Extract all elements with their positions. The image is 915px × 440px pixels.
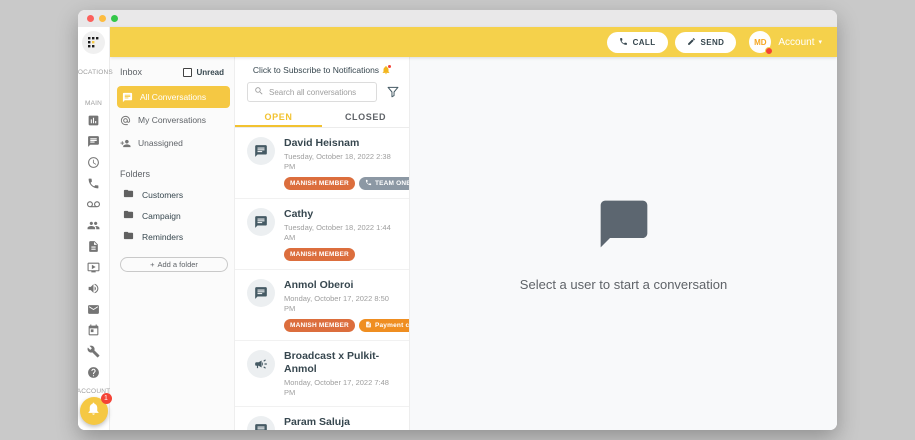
chat-avatar-icon (247, 208, 275, 236)
top-bar: CALL SEND MD Account ▾ (110, 27, 837, 57)
clock-icon[interactable] (87, 156, 100, 169)
conversation-name: Cathy (284, 208, 399, 221)
folder-item[interactable]: Reminders (110, 226, 234, 247)
notifications-bell-button[interactable]: 1 (80, 397, 108, 425)
conversation-tabs: OPENCLOSED (235, 108, 409, 128)
conversation-date: Tuesday, October 18, 2022 1:44 AM (284, 223, 399, 243)
conversation-tag[interactable]: MANISH MEMBER (284, 319, 355, 332)
inbox-title: Inbox (120, 67, 142, 77)
folders-title: Folders (120, 169, 234, 179)
chat-icon[interactable] (87, 135, 100, 148)
chat-avatar-icon (247, 416, 275, 430)
folder-item[interactable]: Customers (110, 184, 234, 205)
tab-open[interactable]: OPEN (235, 108, 322, 127)
video-icon[interactable] (87, 261, 100, 274)
plus-icon: + (150, 260, 154, 269)
conversation-tag[interactable]: TEAM ONE (359, 177, 409, 190)
close-window-button[interactable] (87, 15, 94, 22)
voicemail-icon[interactable] (87, 198, 100, 211)
phone-icon (619, 37, 628, 48)
chat-avatar-icon (247, 137, 275, 165)
inbox-item-0[interactable]: All Conversations (117, 86, 230, 108)
app-logo-icon[interactable] (82, 31, 105, 54)
zoom-window-button[interactable] (111, 15, 118, 22)
conversation-tag[interactable]: Payment col... (359, 319, 409, 332)
conversation-name: Broadcast x Pulkit-Anmol (284, 350, 399, 376)
conversation-date: Monday, October 17, 2022 8:50 PM (284, 294, 399, 314)
help-icon[interactable] (87, 366, 100, 379)
conversation-date: Monday, October 17, 2022 7:48 PM (284, 378, 399, 398)
inbox-item-2[interactable]: Unassigned (110, 132, 234, 154)
search-input[interactable] (269, 88, 370, 97)
calendar-icon[interactable] (87, 324, 100, 337)
empty-state-text: Select a user to start a conversation (520, 277, 727, 292)
send-button[interactable]: SEND (675, 32, 737, 53)
empty-conversation-area: Select a user to start a conversation (410, 57, 837, 430)
tools-icon[interactable] (87, 345, 100, 358)
account-menu[interactable]: Account ▾ (778, 37, 822, 48)
rail-locations-label: LOCATIONS (78, 69, 113, 76)
call-button[interactable]: CALL (607, 32, 668, 53)
rail-main-label: MAIN (85, 100, 102, 107)
audio-icon[interactable] (87, 282, 100, 295)
inbox-sidebar: Inbox Unread All Conversations My Conver… (110, 57, 235, 430)
conversation-row[interactable]: Broadcast x Pulkit-Anmol Monday, October… (235, 341, 409, 407)
document-icon[interactable] (87, 240, 100, 253)
phone-icon (365, 179, 372, 188)
filter-icon[interactable] (386, 85, 400, 99)
user-avatar[interactable]: MD (749, 31, 771, 53)
app-window: LOCATIONS MAIN ACCOUNT 1 CALL SEND (78, 10, 837, 430)
window-titlebar (78, 10, 837, 27)
conversation-row[interactable]: David Heisnam Tuesday, October 18, 2022 … (235, 128, 409, 199)
search-icon (254, 83, 264, 101)
unread-filter[interactable]: Unread (183, 68, 224, 77)
minimize-window-button[interactable] (99, 15, 106, 22)
folder-icon (123, 188, 134, 201)
folder-icon (123, 209, 134, 222)
unread-checkbox[interactable] (183, 68, 192, 77)
bell-icon (381, 65, 391, 75)
contacts-icon[interactable] (87, 219, 100, 232)
conversation-name: Anmol Oberoi (284, 279, 399, 292)
tab-closed[interactable]: CLOSED (322, 108, 409, 127)
subscribe-notifications-link[interactable]: Click to Subscribe to Notifications (235, 57, 409, 77)
folder-item[interactable]: Campaign (110, 205, 234, 226)
avatar-status-dot (765, 47, 773, 55)
megaphone-avatar-icon (247, 350, 275, 378)
conversation-list: David Heisnam Tuesday, October 18, 2022 … (235, 128, 409, 430)
conversation-row[interactable]: Param Saluja Monday, October 17, 2022 3:… (235, 407, 409, 430)
conversation-row[interactable]: Cathy Tuesday, October 18, 2022 1:44 AM … (235, 199, 409, 270)
conversation-tag[interactable]: MANISH MEMBER (284, 248, 355, 261)
conversation-name: Param Saluja (284, 416, 399, 429)
add-folder-button[interactable]: + Add a folder (120, 257, 228, 272)
conversation-list-panel: Click to Subscribe to Notifications OPEN… (235, 57, 410, 430)
conversation-row[interactable]: Anmol Oberoi Monday, October 17, 2022 8:… (235, 270, 409, 341)
conversation-date: Tuesday, October 18, 2022 2:38 PM (284, 152, 399, 172)
dashboard-icon[interactable] (87, 114, 100, 127)
chevron-down-icon: ▾ (818, 38, 822, 46)
folder-icon (123, 230, 134, 243)
pencil-icon (687, 37, 696, 48)
email-icon[interactable] (87, 303, 100, 316)
chat-avatar-icon (247, 279, 275, 307)
phone-icon[interactable] (87, 177, 100, 190)
inbox-item-1[interactable]: My Conversations (110, 109, 234, 131)
document-icon (365, 321, 372, 330)
left-nav-rail: LOCATIONS MAIN ACCOUNT 1 (78, 27, 110, 430)
chat-bubble-icon (596, 196, 652, 257)
bell-icon (86, 401, 101, 421)
search-box (247, 82, 377, 102)
notification-count-badge: 1 (101, 393, 112, 404)
conversation-tag[interactable]: MANISH MEMBER (284, 177, 355, 190)
conversation-name: David Heisnam (284, 137, 399, 150)
